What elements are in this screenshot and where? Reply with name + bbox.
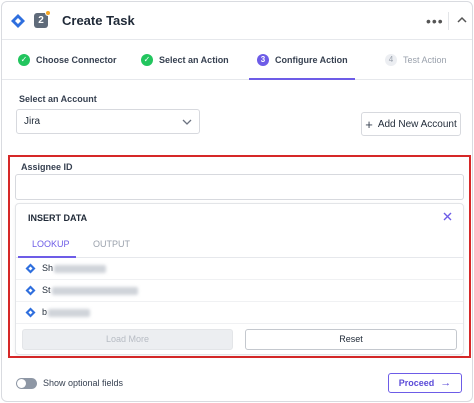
lookup-list: Sh St b	[16, 258, 463, 324]
reset-button[interactable]: Reset	[245, 329, 457, 350]
account-label: Select an Account	[19, 94, 97, 104]
insert-data-panel: INSERT DATA LOOKUP OUTPUT Sh St b Load M…	[15, 203, 464, 355]
list-item-text: b	[42, 307, 48, 317]
jira-icon	[25, 307, 36, 318]
load-more-button: Load More	[22, 329, 233, 350]
check-circle-icon: ✓	[18, 54, 30, 66]
jira-icon	[25, 285, 36, 296]
status-dot	[45, 10, 51, 16]
page-title: Create Task	[62, 13, 135, 28]
close-icon[interactable]	[442, 211, 453, 222]
account-selected-value: Jira	[24, 116, 41, 127]
jira-icon	[11, 14, 25, 28]
add-account-label: Add New Account	[377, 118, 457, 130]
step-test-action: 4 Test Action	[385, 40, 447, 80]
optional-fields-toggle[interactable]	[16, 378, 37, 389]
panel-header: 2 Create Task •••	[2, 2, 472, 40]
list-item[interactable]: Sh	[16, 258, 463, 280]
collapse-icon[interactable]	[455, 13, 469, 27]
proceed-label: Proceed	[398, 378, 435, 388]
assignee-label: Assignee ID	[21, 162, 73, 172]
step-label: Choose Connector	[36, 55, 117, 65]
toggle-knob	[17, 379, 26, 388]
insert-data-title: INSERT DATA	[28, 213, 88, 223]
header-divider	[448, 12, 449, 30]
insert-data-tabs: LOOKUP OUTPUT	[16, 232, 463, 258]
arrow-right-icon: →	[440, 377, 452, 389]
check-circle-icon: ✓	[141, 54, 153, 66]
list-item-name: Sh	[42, 263, 107, 273]
step-choose-connector[interactable]: ✓ Choose Connector	[18, 40, 117, 80]
chevron-down-icon	[182, 119, 192, 125]
step-label: Configure Action	[275, 55, 348, 65]
assignee-id-input[interactable]	[15, 174, 464, 200]
proceed-button[interactable]: Proceed →	[388, 373, 462, 393]
optional-fields-label: Show optional fields	[43, 378, 124, 388]
step-label: Test Action	[403, 55, 447, 65]
jira-icon	[25, 263, 36, 274]
step-number: 2	[38, 15, 44, 26]
redacted-text	[54, 264, 107, 273]
step-number-badge: 2	[34, 10, 51, 28]
add-new-account-button[interactable]: + Add New Account	[361, 112, 461, 136]
list-item-text: St	[42, 285, 51, 295]
stepper: ✓ Choose Connector ✓ Select an Action 3 …	[2, 40, 472, 80]
redacted-text	[51, 286, 138, 295]
step-configure-action[interactable]: 3 Configure Action	[257, 40, 348, 80]
create-task-panel: 2 Create Task ••• ✓ Choose Connector ✓ S…	[1, 1, 473, 402]
step-number-circle: 4	[385, 54, 397, 66]
redacted-text	[48, 308, 91, 317]
plus-icon: +	[365, 116, 373, 132]
more-horizontal-icon[interactable]: •••	[426, 14, 444, 28]
step-select-action[interactable]: ✓ Select an Action	[141, 40, 229, 80]
step-label: Select an Action	[159, 55, 229, 65]
account-select[interactable]: Jira	[16, 109, 200, 134]
tab-output[interactable]: OUTPUT	[93, 239, 130, 249]
list-item[interactable]: St	[16, 280, 463, 302]
list-item-name: b	[42, 307, 91, 317]
step-number-circle: 3	[257, 54, 269, 66]
list-item-name: St	[42, 285, 138, 295]
list-item-text: Sh	[42, 263, 54, 273]
list-item[interactable]: b	[16, 302, 463, 324]
tab-lookup[interactable]: LOOKUP	[32, 239, 70, 249]
active-step-indicator	[249, 78, 355, 80]
